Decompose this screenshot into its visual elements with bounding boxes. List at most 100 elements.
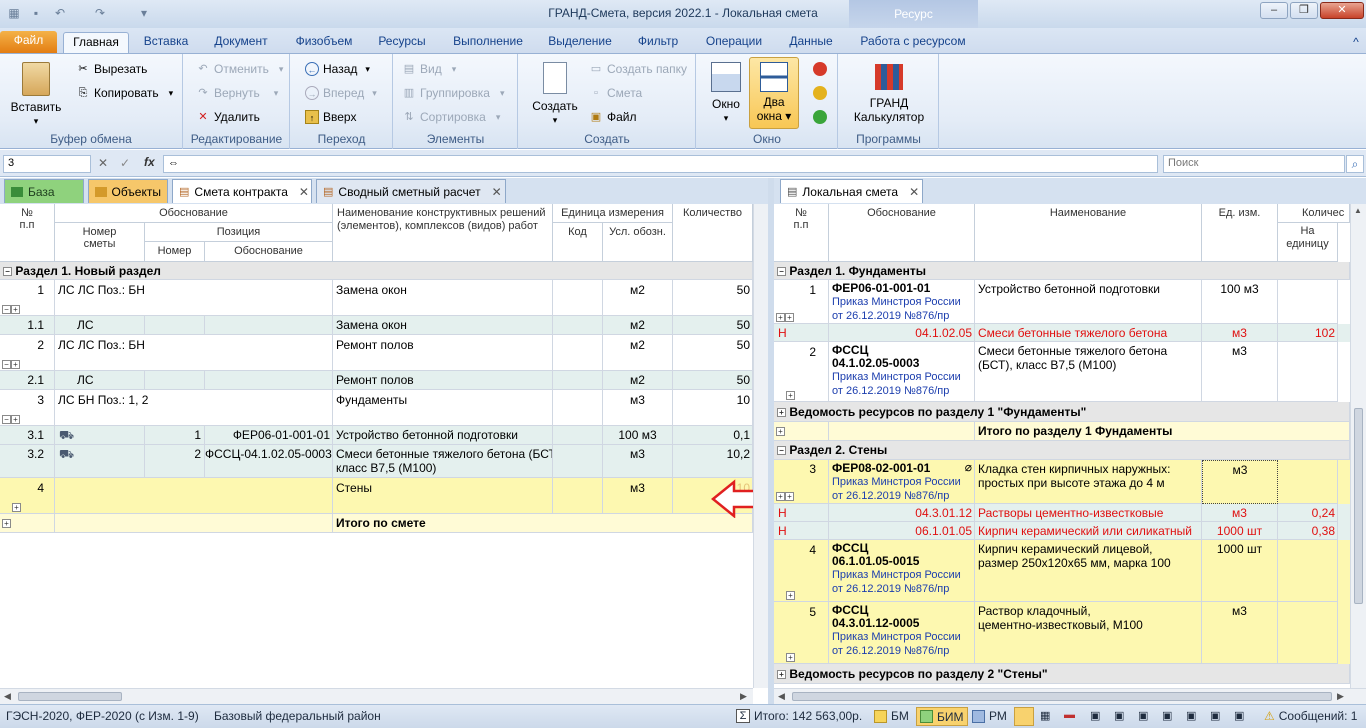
rm-toggle[interactable]: РМ [972, 709, 1007, 723]
order-text[interactable]: Приказ Минстроя России [832, 569, 961, 581]
expand-icon[interactable]: + [786, 388, 795, 402]
table-row[interactable]: 2 − + ЛС ЛС Поз.: БН Ремонт полов м2 50 [0, 335, 753, 371]
expand-icon[interactable]: + [786, 650, 795, 664]
tab-selection[interactable]: Выделение [540, 32, 620, 53]
resources-section-row[interactable]: + Ведомость ресурсов по разделу 2 "Стены… [774, 664, 1350, 684]
total-row[interactable]: + Итого по разделу 1 Фундаменты [774, 422, 1350, 441]
sort-button[interactable]: ⇅ Сортировка ▾ [402, 110, 500, 124]
tab-home[interactable]: Главная [63, 32, 129, 53]
col-num-header[interactable]: № п.п [0, 204, 55, 262]
col-name-header[interactable]: Наименование конструктивных решений (эле… [333, 204, 553, 262]
collapse-ribbon-icon[interactable]: ^ [1348, 34, 1364, 50]
back-button[interactable]: ← Назад ▾ [305, 62, 370, 76]
flag-icon[interactable]: ▬ [1064, 709, 1075, 721]
order-text[interactable]: Приказ Минстроя России [832, 371, 961, 383]
scroll-thumb[interactable] [792, 692, 1332, 701]
col-symbol-header[interactable]: Усл. обозн. [603, 223, 673, 262]
paperclip-icon[interactable]: ⌀ [965, 461, 972, 474]
scroll-up-icon[interactable]: ▲ [1354, 206, 1362, 215]
minimize-button[interactable]: – [1260, 2, 1288, 19]
search-icon[interactable]: ⌕ [1346, 155, 1364, 173]
expand-icons[interactable]: − + [2, 357, 20, 371]
resource-row[interactable]: Н 04.3.01.12 Растворы цементно-известков… [774, 504, 1350, 522]
tool-icon-6[interactable]: ▣ [1210, 709, 1220, 722]
col-unit-header[interactable]: Единица измерения [553, 204, 673, 223]
collapse-icon[interactable]: − [777, 267, 786, 277]
close-tab-icon[interactable]: ✕ [909, 185, 919, 199]
tool-icon-5[interactable]: ▣ [1186, 709, 1196, 722]
window-button[interactable]: Окно ▾ [703, 62, 749, 125]
expand-icons[interactable]: + + [776, 310, 794, 324]
bm-toggle[interactable]: БМ [874, 709, 909, 723]
resource-row[interactable]: Н 04.1.02.05 Смеси бетонные тяжелого бет… [774, 324, 1350, 342]
scroll-right-icon[interactable]: ▶ [740, 691, 747, 702]
messages-indicator[interactable]: ⚠ Сообщений: 1 [1264, 709, 1357, 723]
table-row[interactable]: 1 − + ЛС ЛС Поз.: БН Замена окон м2 50 [0, 280, 753, 316]
tool-icon-4[interactable]: ▣ [1162, 709, 1172, 722]
file-button[interactable]: ▣ Файл [589, 110, 637, 124]
tool-icon-7[interactable]: ▣ [1234, 709, 1244, 722]
col-justification-header[interactable]: Обоснование [55, 204, 333, 223]
resources-section-row[interactable]: + Ведомость ресурсов по разделу 1 "Фунда… [774, 402, 1350, 422]
horizontal-scrollbar[interactable]: ◀ ▶ [774, 688, 1366, 704]
calendar-icon[interactable]: ▦ [1040, 709, 1050, 722]
expand-icons[interactable]: − + [2, 412, 20, 426]
expand-icons[interactable]: + + [776, 489, 794, 503]
close-tab-icon[interactable]: ✕ [492, 185, 502, 199]
tool-icon-2[interactable]: ▣ [1114, 709, 1124, 722]
grouping-button[interactable]: ▥ Группировка ▾ [402, 86, 505, 100]
search-input[interactable]: Поиск [1163, 155, 1345, 173]
order-date-text[interactable]: от 26.12.2019 №876/пр [832, 385, 949, 397]
calculator-button[interactable]: ГРАНД Калькулятор [851, 64, 927, 124]
redo-button[interactable]: ↷ Вернуть ▾ [196, 86, 278, 100]
status-norms[interactable]: ГЭСН-2020, ФЕР-2020 (с Изм. 1-9) [6, 709, 199, 723]
order-date-text[interactable]: от 26.12.2019 №876/пр [832, 490, 949, 502]
tool-icon-1[interactable]: ▣ [1090, 709, 1100, 722]
cancel-icon[interactable]: ✕ [98, 156, 108, 170]
section-row[interactable]: − Раздел 1. Новый раздел [0, 262, 753, 280]
table-row-selected[interactable]: 3 + + ФЕР08-02-001-01 ⌀ Приказ Минстроя Рос… [774, 460, 1350, 504]
tab-insert[interactable]: Вставка [136, 32, 196, 53]
forward-button[interactable]: → Вперед ▾ [305, 86, 377, 100]
table-row[interactable]: 1.1 ЛС Замена окон м2 50 [0, 316, 753, 335]
table-row[interactable]: 3.2 ⛟ 2 ФССЦ-04.1.02.05-0003 Смеси бетон… [0, 445, 753, 478]
estimate-button[interactable]: ▫ Смета [589, 86, 642, 100]
table-row[interactable]: 1 + + ФЕР06-01-001-01 Приказ Минстроя Росс… [774, 280, 1350, 324]
tab-base[interactable]: База [4, 179, 84, 203]
col-per-unit-header[interactable]: На единицу [1278, 223, 1338, 262]
scroll-thumb[interactable] [18, 692, 122, 701]
section-row[interactable]: − Раздел 2. Стены [774, 441, 1350, 460]
table-row[interactable]: 3 − + ЛС БН Поз.: 1, 2 Фундаменты м3 10 [0, 390, 753, 426]
section-row[interactable]: − Раздел 1. Фундаменты [774, 262, 1350, 280]
col-code-header[interactable]: Код [553, 223, 603, 262]
unit-cell-focused[interactable]: м3 [1202, 460, 1278, 504]
tool-icon-3[interactable]: ▣ [1138, 709, 1148, 722]
tab-local-estimate[interactable]: ▤ Локальная смета ✕ [780, 179, 923, 203]
bim-toggle[interactable]: БИМ [916, 707, 968, 726]
scroll-thumb[interactable] [1354, 408, 1363, 604]
view-button[interactable]: ▤ Вид ▾ [402, 62, 456, 76]
undo-button[interactable]: ↶ Отменить ▾ [196, 62, 283, 76]
copy-button[interactable]: ⎘ Копировать ▾ [76, 86, 174, 100]
paste-button[interactable]: Вставить ▾ [8, 62, 64, 128]
tab-filter[interactable]: Фильтр [628, 32, 688, 53]
expand-icon[interactable]: + [777, 670, 786, 680]
col-estimate-num-header[interactable]: Номер сметы [55, 223, 145, 262]
pin-green-icon[interactable] [813, 110, 827, 124]
col-name-header[interactable]: Наименование [975, 204, 1202, 262]
create-button[interactable]: Создать ▾ [527, 62, 583, 127]
order-text[interactable]: Приказ Минстроя России [832, 296, 961, 308]
table-row[interactable]: 4 + ФССЦ 06.1.01.05-0015 Приказ Минстроя Р… [774, 540, 1350, 602]
confirm-icon[interactable]: ✓ [120, 156, 130, 170]
table-row[interactable]: 2.1 ЛС Ремонт полов м2 50 [0, 371, 753, 390]
expand-icon[interactable]: + [774, 422, 829, 441]
scroll-left-icon[interactable]: ◀ [778, 691, 785, 702]
tab-objects[interactable]: Объекты [88, 179, 168, 203]
scroll-right-icon[interactable]: ▶ [1337, 691, 1344, 702]
vertical-scrollbar[interactable]: ▲ [1350, 204, 1366, 688]
total-row[interactable]: + Итого по смете [0, 514, 753, 533]
expand-icons[interactable]: − + [2, 302, 20, 316]
tab-data[interactable]: Данные [780, 32, 842, 53]
up-button[interactable]: ↑ Вверх [305, 110, 356, 124]
create-folder-button[interactable]: ▭ Создать папку [589, 62, 687, 76]
